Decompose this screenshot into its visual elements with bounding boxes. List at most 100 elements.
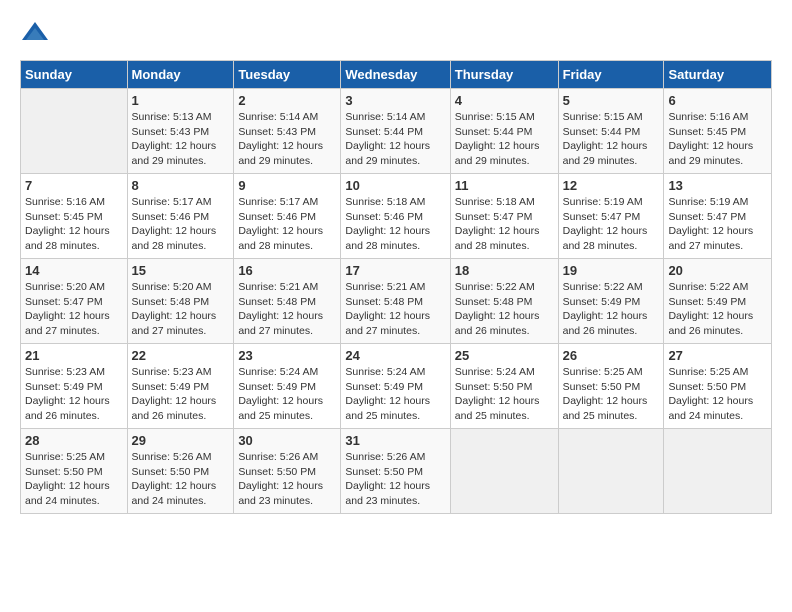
day-number: 17 [345,263,445,278]
day-of-week-header: Sunday [21,61,128,89]
calendar-cell: 11 Sunrise: 5:18 AM Sunset: 5:47 PM Dayli… [450,174,558,259]
day-info: Sunrise: 5:14 AM Sunset: 5:43 PM Dayligh… [238,110,336,169]
calendar-cell: 19Sunrise: 5:22 AM Sunset: 5:49 PM Dayli… [558,259,664,344]
day-of-week-header: Thursday [450,61,558,89]
day-of-week-header: Monday [127,61,234,89]
day-info: Sunrise: 5:21 AM Sunset: 5:48 PM Dayligh… [345,280,445,339]
day-info: Sunrise: 5:19 AM Sunset: 5:47 PM Dayligh… [668,195,767,254]
day-number: 14 [25,263,123,278]
calendar-week-row: 7Sunrise: 5:16 AM Sunset: 5:45 PM Daylig… [21,174,772,259]
calendar-cell: 6 Sunrise: 5:16 AM Sunset: 5:45 PM Daylig… [664,89,772,174]
day-number: 6 [668,93,767,108]
calendar-cell: 26 Sunrise: 5:25 AM Sunset: 5:50 PM Dayli… [558,344,664,429]
calendar-cell: 13 Sunrise: 5:19 AM Sunset: 5:47 PM Dayli… [664,174,772,259]
calendar-cell: 4 Sunrise: 5:15 AM Sunset: 5:44 PM Daylig… [450,89,558,174]
day-number: 1 [132,93,230,108]
day-number: 9 [238,178,336,193]
calendar-cell: 18Sunrise: 5:22 AM Sunset: 5:48 PM Dayli… [450,259,558,344]
day-number: 3 [345,93,445,108]
day-number: 31 [345,433,445,448]
calendar-cell: 27 Sunrise: 5:25 AM Sunset: 5:50 PM Dayli… [664,344,772,429]
day-info: Sunrise: 5:17 AM Sunset: 5:46 PM Dayligh… [238,195,336,254]
day-number: 21 [25,348,123,363]
day-info: Sunrise: 5:21 AM Sunset: 5:48 PM Dayligh… [238,280,336,339]
day-number: 26 [563,348,660,363]
calendar-week-row: 21 Sunrise: 5:23 AM Sunset: 5:49 PM Dayli… [21,344,772,429]
day-of-week-header: Tuesday [234,61,341,89]
calendar-cell: 8 Sunrise: 5:17 AM Sunset: 5:46 PM Daylig… [127,174,234,259]
calendar-cell: 28 Sunrise: 5:25 AM Sunset: 5:50 PM Dayli… [21,429,128,514]
calendar-cell: 7Sunrise: 5:16 AM Sunset: 5:45 PM Daylig… [21,174,128,259]
day-info: Sunrise: 5:14 AM Sunset: 5:44 PM Dayligh… [345,110,445,169]
day-info: Sunrise: 5:22 AM Sunset: 5:49 PM Dayligh… [668,280,767,339]
day-number: 2 [238,93,336,108]
day-number: 13 [668,178,767,193]
day-info: Sunrise: 5:18 AM Sunset: 5:47 PM Dayligh… [455,195,554,254]
calendar-cell: 5Sunrise: 5:15 AM Sunset: 5:44 PM Daylig… [558,89,664,174]
calendar-cell: 15Sunrise: 5:20 AM Sunset: 5:48 PM Dayli… [127,259,234,344]
day-info: Sunrise: 5:16 AM Sunset: 5:45 PM Dayligh… [25,195,123,254]
day-info: Sunrise: 5:24 AM Sunset: 5:49 PM Dayligh… [238,365,336,424]
logo-icon [20,20,50,50]
day-info: Sunrise: 5:25 AM Sunset: 5:50 PM Dayligh… [25,450,123,509]
day-info: Sunrise: 5:15 AM Sunset: 5:44 PM Dayligh… [455,110,554,169]
day-info: Sunrise: 5:23 AM Sunset: 5:49 PM Dayligh… [25,365,123,424]
day-of-week-header: Saturday [664,61,772,89]
calendar-cell [664,429,772,514]
calendar-cell: 16 Sunrise: 5:21 AM Sunset: 5:48 PM Dayli… [234,259,341,344]
day-info: Sunrise: 5:15 AM Sunset: 5:44 PM Dayligh… [563,110,660,169]
day-number: 29 [132,433,230,448]
calendar-cell: 12Sunrise: 5:19 AM Sunset: 5:47 PM Dayli… [558,174,664,259]
calendar-cell: 21 Sunrise: 5:23 AM Sunset: 5:49 PM Dayli… [21,344,128,429]
calendar-cell: 29 Sunrise: 5:26 AM Sunset: 5:50 PM Dayli… [127,429,234,514]
day-number: 18 [455,263,554,278]
day-of-week-header: Friday [558,61,664,89]
day-info: Sunrise: 5:17 AM Sunset: 5:46 PM Dayligh… [132,195,230,254]
calendar-week-row: 1 Sunrise: 5:13 AM Sunset: 5:43 PM Daylig… [21,89,772,174]
calendar-body: 1 Sunrise: 5:13 AM Sunset: 5:43 PM Daylig… [21,89,772,514]
day-number: 28 [25,433,123,448]
calendar-cell: 25 Sunrise: 5:24 AM Sunset: 5:50 PM Dayli… [450,344,558,429]
day-number: 24 [345,348,445,363]
day-info: Sunrise: 5:24 AM Sunset: 5:49 PM Dayligh… [345,365,445,424]
calendar-cell: 23 Sunrise: 5:24 AM Sunset: 5:49 PM Dayli… [234,344,341,429]
calendar-cell: 3 Sunrise: 5:14 AM Sunset: 5:44 PM Daylig… [341,89,450,174]
day-number: 25 [455,348,554,363]
day-number: 8 [132,178,230,193]
day-number: 23 [238,348,336,363]
day-info: Sunrise: 5:23 AM Sunset: 5:49 PM Dayligh… [132,365,230,424]
calendar-table: SundayMondayTuesdayWednesdayThursdayFrid… [20,60,772,514]
calendar-week-row: 14Sunrise: 5:20 AM Sunset: 5:47 PM Dayli… [21,259,772,344]
day-headers-row: SundayMondayTuesdayWednesdayThursdayFrid… [21,61,772,89]
day-info: Sunrise: 5:26 AM Sunset: 5:50 PM Dayligh… [238,450,336,509]
calendar-cell [558,429,664,514]
calendar-cell: 31 Sunrise: 5:26 AM Sunset: 5:50 PM Dayli… [341,429,450,514]
day-number: 27 [668,348,767,363]
day-info: Sunrise: 5:26 AM Sunset: 5:50 PM Dayligh… [345,450,445,509]
calendar-cell: 14Sunrise: 5:20 AM Sunset: 5:47 PM Dayli… [21,259,128,344]
day-info: Sunrise: 5:20 AM Sunset: 5:48 PM Dayligh… [132,280,230,339]
day-info: Sunrise: 5:18 AM Sunset: 5:46 PM Dayligh… [345,195,445,254]
day-info: Sunrise: 5:25 AM Sunset: 5:50 PM Dayligh… [668,365,767,424]
calendar-cell: 10 Sunrise: 5:18 AM Sunset: 5:46 PM Dayli… [341,174,450,259]
day-info: Sunrise: 5:16 AM Sunset: 5:45 PM Dayligh… [668,110,767,169]
logo [20,20,54,50]
day-of-week-header: Wednesday [341,61,450,89]
day-info: Sunrise: 5:13 AM Sunset: 5:43 PM Dayligh… [132,110,230,169]
calendar-cell: 30Sunrise: 5:26 AM Sunset: 5:50 PM Dayli… [234,429,341,514]
calendar-cell: 1 Sunrise: 5:13 AM Sunset: 5:43 PM Daylig… [127,89,234,174]
calendar-cell: 9 Sunrise: 5:17 AM Sunset: 5:46 PM Daylig… [234,174,341,259]
day-info: Sunrise: 5:24 AM Sunset: 5:50 PM Dayligh… [455,365,554,424]
day-number: 11 [455,178,554,193]
day-number: 19 [563,263,660,278]
day-info: Sunrise: 5:26 AM Sunset: 5:50 PM Dayligh… [132,450,230,509]
calendar-cell: 2 Sunrise: 5:14 AM Sunset: 5:43 PM Daylig… [234,89,341,174]
day-number: 10 [345,178,445,193]
calendar-cell [21,89,128,174]
day-number: 22 [132,348,230,363]
day-info: Sunrise: 5:25 AM Sunset: 5:50 PM Dayligh… [563,365,660,424]
day-number: 4 [455,93,554,108]
calendar-cell: 24 Sunrise: 5:24 AM Sunset: 5:49 PM Dayli… [341,344,450,429]
page-header [20,20,772,50]
day-number: 16 [238,263,336,278]
